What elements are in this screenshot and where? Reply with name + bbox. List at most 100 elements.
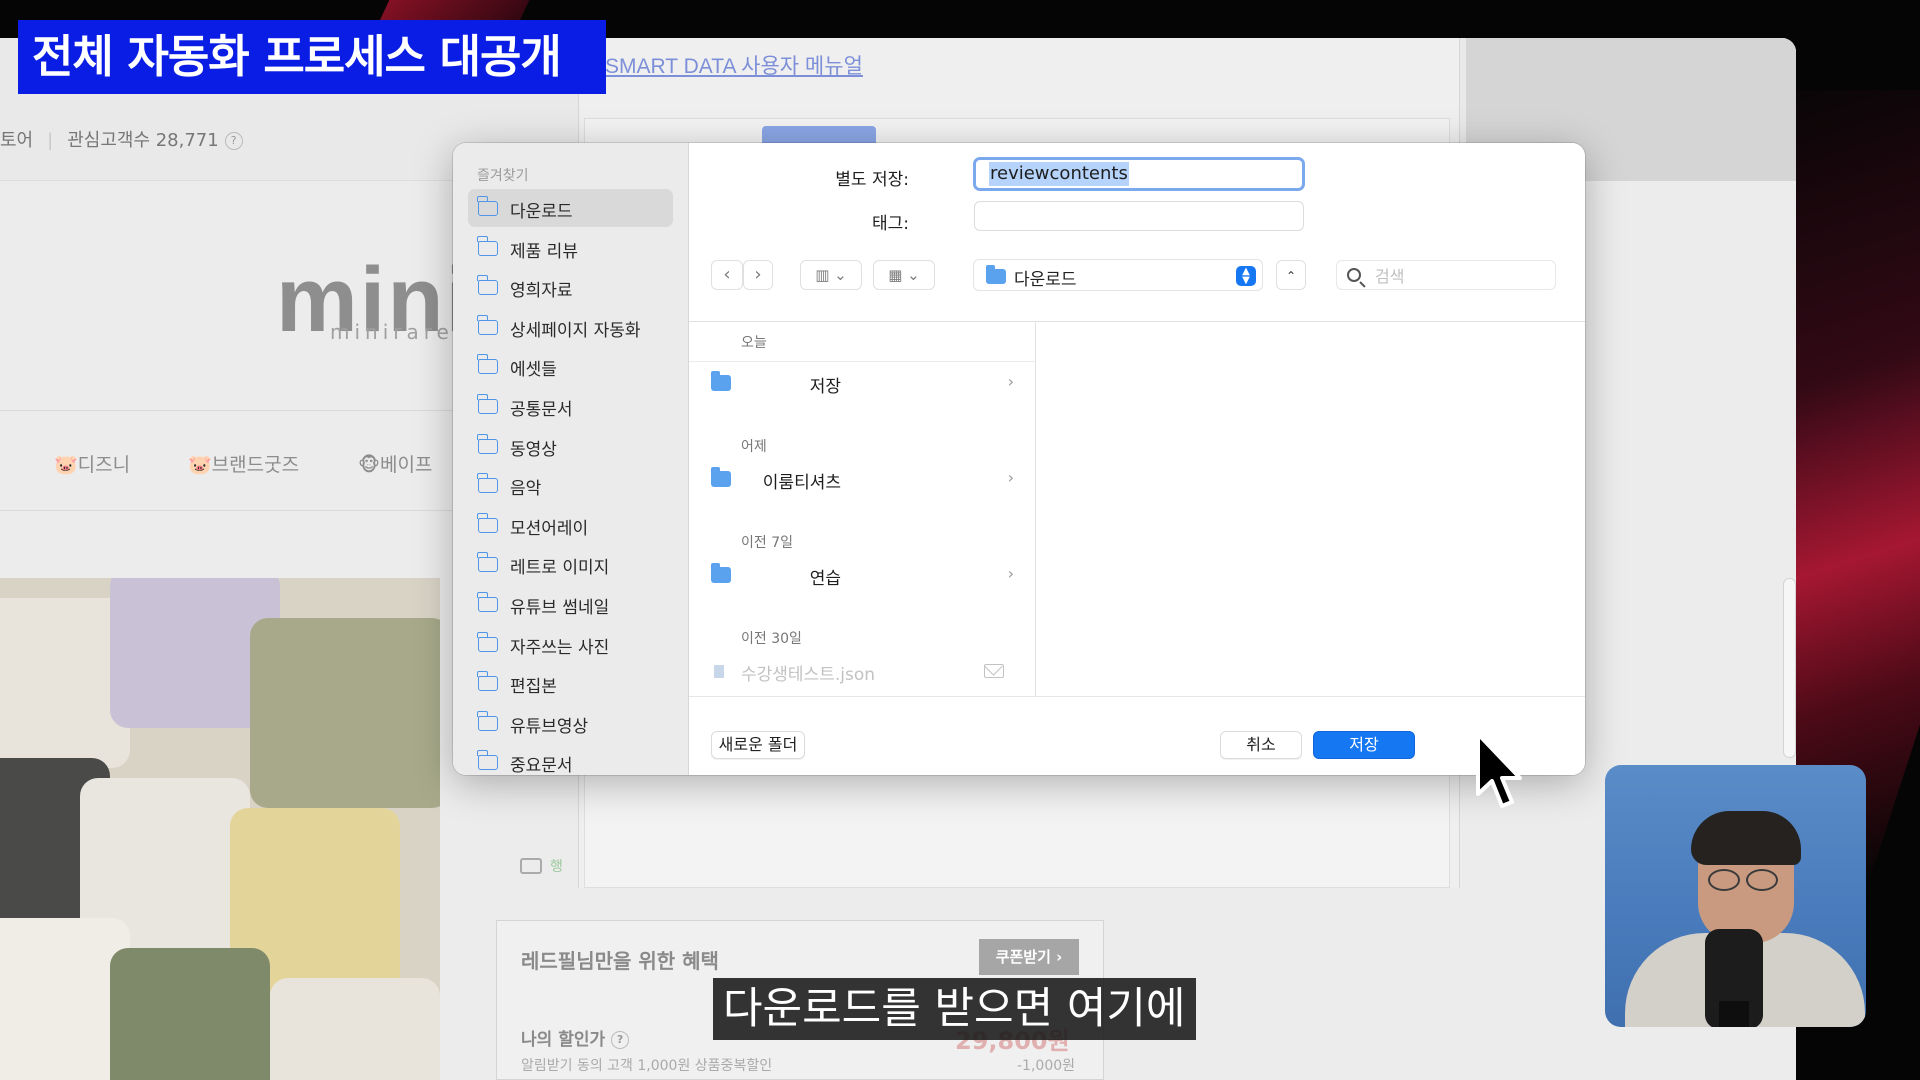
folder-icon	[477, 275, 498, 296]
sidebar-item-label: 편집본	[510, 677, 557, 698]
search-input[interactable]	[1375, 265, 1545, 287]
updown-chevron-icon: ▲ ▼	[1236, 266, 1256, 286]
section-divider	[689, 361, 1035, 362]
my-price-label: 나의 할인가?	[521, 1025, 630, 1050]
sidebar-item[interactable]: 영희자료	[468, 268, 673, 306]
microphone-stand	[1719, 1001, 1749, 1027]
sidebar-item-label: 유튜브영상	[510, 716, 589, 737]
chevron-right-icon: ›	[1007, 468, 1014, 487]
sidebar-item-label: 공통문서	[510, 400, 573, 420]
tags-field[interactable]	[974, 201, 1304, 231]
column-view-button[interactable]: ▥ ⌄	[800, 260, 862, 290]
cancel-button[interactable]: 취소	[1220, 731, 1302, 759]
sidebar-item[interactable]: 상세페이지 자동화	[468, 308, 673, 346]
presenter-hair	[1691, 811, 1801, 865]
search-box[interactable]	[1336, 260, 1556, 290]
dialog-main: 별도 저장: reviewcontents 태그: ‹ › ▥ ⌄ ▦ ⌄ 다운…	[689, 143, 1585, 775]
sidebar-item-label: 상세페이지 자동화	[510, 320, 641, 341]
interest-count: 관심고객수 28,771	[67, 130, 219, 151]
folder-row[interactable]: 저장 ›	[689, 366, 1035, 400]
dialog-footer: 새로운 폴더 취소 저장	[689, 696, 1585, 775]
folder-icon	[711, 467, 731, 487]
coupon-button[interactable]: 쿠폰받기 ›	[979, 939, 1079, 975]
save-as-label: 별도 저장:	[835, 170, 909, 190]
sidebar-item[interactable]: 공통문서	[468, 387, 673, 425]
search-icon	[1347, 268, 1361, 282]
sidebar-item[interactable]: 음악	[468, 466, 673, 504]
folder-icon	[477, 314, 498, 335]
file-row-label: 수강생테스트.json	[741, 665, 875, 685]
sidebar-item[interactable]: 유튜브 썸네일	[468, 585, 673, 623]
mouse-pointer-icon	[1476, 732, 1522, 808]
sidebar-item[interactable]: 모션어레이	[468, 506, 673, 544]
sidebar-item-label: 다운로드	[510, 202, 573, 222]
webcam-overlay	[1605, 765, 1866, 1027]
save-as-field[interactable]: reviewcontents	[973, 157, 1305, 191]
card-label: 행	[550, 859, 563, 875]
folder-icon	[477, 631, 498, 652]
sidebar-item[interactable]: 동영상	[468, 427, 673, 465]
location-label: 다운로드	[1014, 270, 1077, 290]
folder-icon	[711, 371, 731, 391]
product-photo[interactable]	[0, 578, 440, 1080]
save-as-value[interactable]: reviewcontents	[989, 162, 1129, 186]
discount-amount: -1,000원	[1017, 1058, 1076, 1074]
help-icon[interactable]: ?	[224, 132, 243, 150]
sidebar-item[interactable]: 중요문서	[468, 743, 673, 775]
favorites-sidebar: 즐겨찾기 다운로드제품 리뷰 영희자료상세페이지 자동화에셋들공통문서동영상음악모…	[453, 143, 689, 775]
help-icon[interactable]: ?	[611, 1031, 630, 1049]
folder-icon	[477, 196, 498, 216]
folder-row[interactable]: 이룸티셔츠 ›	[689, 462, 1035, 496]
folder-icon	[477, 433, 498, 454]
section-heading: 이전 7일	[741, 535, 793, 551]
sidebar-item[interactable]: 유튜브영상	[468, 704, 673, 742]
benefit-title: 레드필님만을 위한 혜택	[521, 949, 719, 973]
save-button[interactable]: 저장	[1313, 731, 1415, 759]
tags-label: 태그:	[871, 214, 909, 234]
location-popup[interactable]: 다운로드 ▲ ▼	[973, 259, 1263, 291]
sidebar-item-label: 자주쓰는 사진	[510, 637, 610, 658]
forward-button[interactable]: ›	[743, 260, 773, 290]
alarm-discount-text: 알림받기 동의 고객 1,000원 상품중복할인	[521, 1058, 773, 1074]
sidebar-item[interactable]: 다운로드	[468, 189, 673, 227]
section-heading: 어제	[741, 439, 767, 455]
folder-row-label: 이룸티셔츠	[762, 473, 841, 493]
nav-bape[interactable]: 🐵베이프	[358, 450, 432, 477]
sidebar-item[interactable]: 에셋들	[468, 347, 673, 385]
chevron-right-icon: ›	[1007, 372, 1014, 391]
save-dialog: 즐겨찾기 다운로드 제품 리뷰 영희자료 상세페이지 자동화 에셋들 공통문서 동영상 음악 모…	[453, 143, 1585, 775]
favorites-heading: 즐겨찾기	[477, 168, 529, 184]
folder-row-label: 연습	[809, 569, 841, 589]
sidebar-item[interactable]: 레트로 이미지	[468, 545, 673, 583]
folder-row[interactable]: 연습 ›	[689, 558, 1035, 592]
screen: SMART DATA 사용자 메뉴얼 토어 | 관심고객수 28,771? mini…	[0, 0, 1920, 1080]
sidebar-item-label: 음악	[510, 479, 542, 500]
sidebar-item-label: 중요문서	[510, 756, 573, 775]
new-folder-button[interactable]: 새로운 폴더	[711, 731, 805, 759]
collapse-button[interactable]: ⌃	[1276, 260, 1306, 290]
smart-data-manual-link[interactable]: SMART DATA 사용자 메뉴얼	[605, 50, 863, 80]
chevron-right-icon: ›	[1007, 564, 1014, 583]
sidebar-item-label: 동영상	[510, 439, 557, 460]
folder-icon	[477, 710, 498, 731]
mail-icon	[984, 664, 1004, 678]
scrollbar[interactable]	[1783, 578, 1796, 758]
sidebar-item[interactable]: 자주쓰는 사진	[468, 625, 673, 663]
nav-disney[interactable]: 🐷디즈니	[54, 450, 130, 477]
video-subtitle: 다운로드를 받으면 여기에	[713, 978, 1196, 1040]
folder-icon	[477, 592, 498, 612]
folder-icon	[477, 671, 498, 692]
folder-icon	[477, 235, 498, 256]
folder-icon	[477, 512, 498, 533]
nav-brand-goods[interactable]: 🐷브랜드굿즈	[188, 450, 299, 477]
file-row[interactable]: 수강생테스트.json	[689, 654, 1035, 688]
folder-icon	[477, 473, 498, 494]
sidebar-item[interactable]: 제품 리뷰	[468, 229, 673, 267]
section-heading: 오늘	[741, 335, 767, 351]
folder-icon	[986, 265, 1006, 284]
folder-icon	[477, 750, 498, 771]
grid-view-button[interactable]: ▦ ⌄	[873, 260, 935, 290]
sidebar-item[interactable]: 편집본	[468, 664, 673, 702]
glasses-icon	[1708, 869, 1778, 891]
back-button[interactable]: ‹	[711, 260, 743, 290]
